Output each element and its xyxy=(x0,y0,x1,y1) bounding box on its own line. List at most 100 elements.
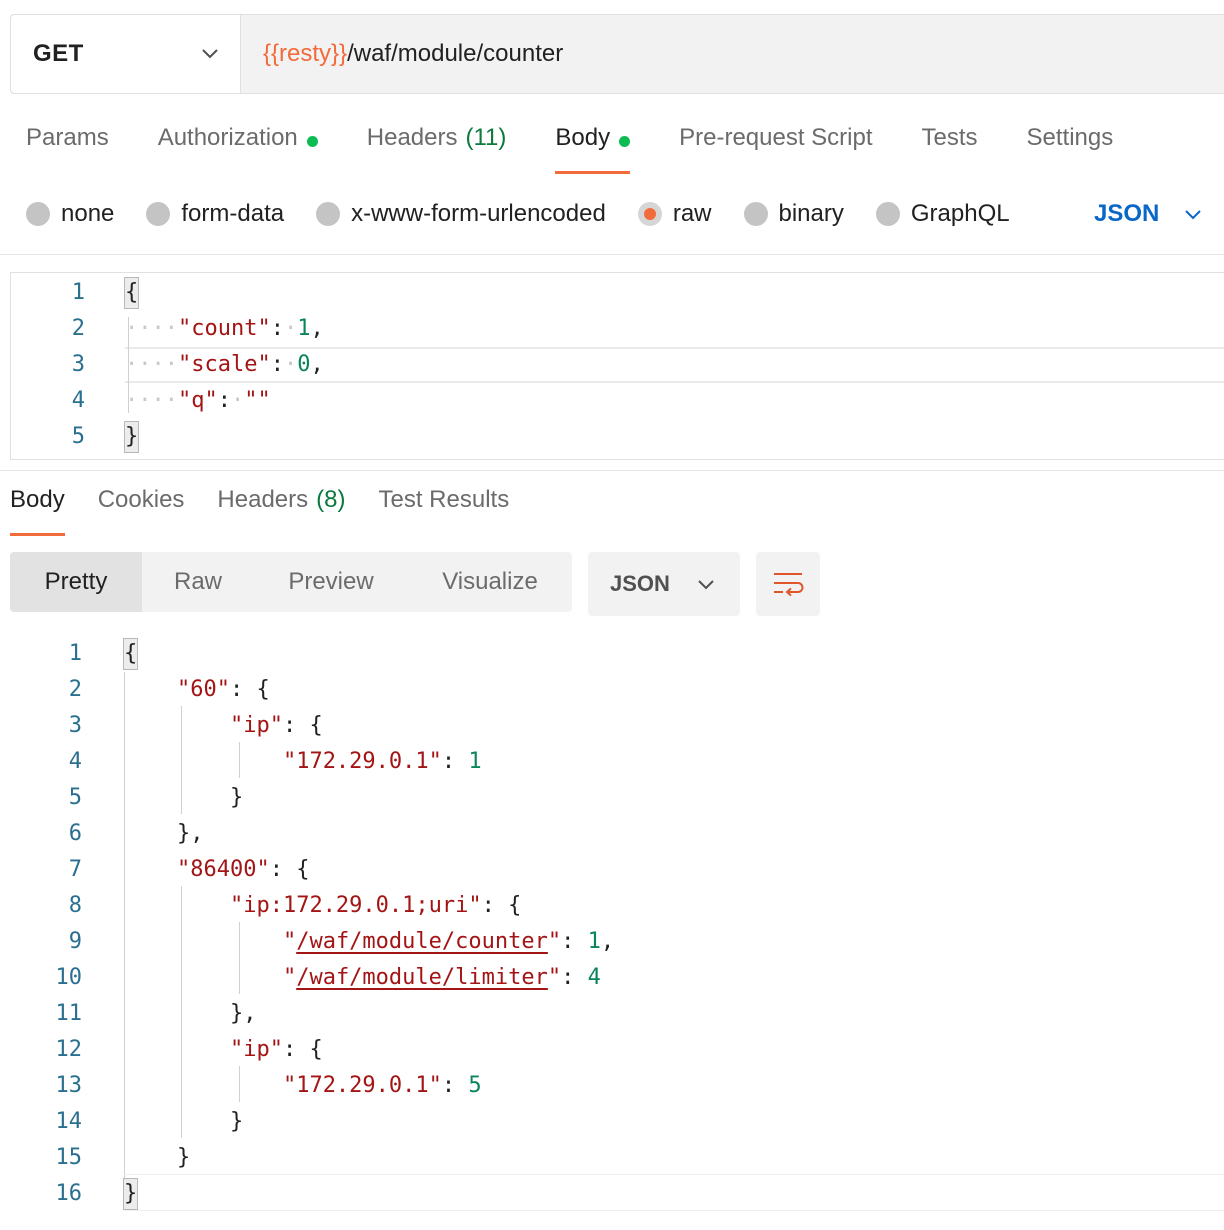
chevron-down-icon xyxy=(1185,210,1202,220)
method-label: GET xyxy=(33,40,84,67)
code-line: { xyxy=(123,275,140,311)
request-tabs: Params Authorization Headers (11) Body Pr… xyxy=(26,124,1162,176)
line-number: 2 xyxy=(71,316,85,341)
chevron-down-icon xyxy=(698,580,714,590)
matched-brace: } xyxy=(123,421,140,453)
code-line: "ip": { xyxy=(229,1037,323,1062)
code-line: ····"q":·"" xyxy=(125,388,271,413)
code-line: "/waf/module/counter": 1, xyxy=(282,929,615,954)
url-input[interactable]: {{resty}}/waf/module/counter xyxy=(241,15,1224,93)
code-line: } xyxy=(124,1109,244,1134)
code-line: { xyxy=(122,636,139,672)
code-line: } xyxy=(124,785,244,810)
chevron-down-icon xyxy=(202,49,218,59)
divider xyxy=(124,1174,1224,1175)
code-line: } xyxy=(123,419,140,455)
line-number: 5 xyxy=(71,424,85,449)
matched-brace: } xyxy=(122,1178,139,1210)
code-line: "172.29.0.1": 1 xyxy=(282,749,482,774)
radio-button[interactable] xyxy=(875,202,900,226)
body-type-form-data[interactable]: form-data xyxy=(146,200,284,228)
divider xyxy=(0,254,1224,255)
line-number: 3 xyxy=(68,713,82,738)
view-visualize-button[interactable]: Visualize xyxy=(408,552,572,612)
tab-body[interactable]: Body xyxy=(555,124,631,174)
status-dot xyxy=(619,136,631,147)
radio-button-checked[interactable] xyxy=(637,202,662,226)
line-number: 10 xyxy=(55,965,83,990)
response-format-label: JSON xyxy=(610,571,670,596)
code-line: } xyxy=(124,1145,191,1170)
line-number: 1 xyxy=(71,280,85,305)
status-dot xyxy=(306,136,318,147)
code-line: "ip": { xyxy=(229,713,323,738)
line-number: 3 xyxy=(71,352,85,377)
code-line: "172.29.0.1": 5 xyxy=(282,1073,482,1098)
code-line: "86400": { xyxy=(176,857,310,882)
code-line: ····"count":·1, xyxy=(125,316,324,341)
view-preview-button[interactable]: Preview xyxy=(254,552,408,612)
url-variable: {{resty}} xyxy=(263,40,348,67)
body-language-label: JSON xyxy=(1094,200,1160,227)
tab-pre-request-script[interactable]: Pre-request Script xyxy=(679,124,872,174)
body-type-urlencoded[interactable]: x-www-form-urlencoded xyxy=(316,200,606,228)
tab-params[interactable]: Params xyxy=(26,124,109,174)
radio-button[interactable] xyxy=(146,202,171,226)
line-number: 12 xyxy=(55,1037,83,1062)
radio-button[interactable] xyxy=(743,202,768,226)
line-number: 13 xyxy=(55,1073,83,1098)
view-pretty-button[interactable]: Pretty xyxy=(10,552,142,612)
code-line: "ip:172.29.0.1;uri": { xyxy=(229,893,522,918)
line-number: 2 xyxy=(68,677,82,702)
line-number: 8 xyxy=(68,893,82,918)
tab-settings[interactable]: Settings xyxy=(1027,124,1114,174)
request-body-editor[interactable]: 1 2 3 4 5 { ····"count":·1, ····"scale":… xyxy=(10,272,1224,460)
wrap-lines-button[interactable] xyxy=(756,552,820,616)
body-type-none[interactable]: none xyxy=(26,200,114,228)
matched-brace: { xyxy=(122,638,139,670)
body-type-graphql[interactable]: GraphQL xyxy=(875,200,1010,228)
line-number: 9 xyxy=(68,929,82,954)
line-number: 14 xyxy=(55,1109,83,1134)
wrap-lines-icon xyxy=(774,573,804,597)
code-line: "60": { xyxy=(176,677,270,702)
url-link[interactable]: /waf/module/limiter xyxy=(296,965,548,990)
response-tab-headers[interactable]: Headers (8) xyxy=(217,486,345,536)
matched-brace: { xyxy=(123,277,140,309)
line-number: 6 xyxy=(68,821,82,846)
headers-count: (11) xyxy=(465,124,507,151)
headers-count: (8) xyxy=(316,486,346,513)
tab-headers[interactable]: Headers (11) xyxy=(367,124,507,174)
line-number: 5 xyxy=(68,785,82,810)
response-format-select[interactable]: JSON xyxy=(588,552,740,616)
response-tab-cookies[interactable]: Cookies xyxy=(98,486,185,536)
active-tab-underline xyxy=(555,171,631,174)
response-tab-body[interactable]: Body xyxy=(10,486,65,536)
method-select[interactable]: GET xyxy=(11,15,241,93)
divider xyxy=(0,470,1224,471)
line-number: 1 xyxy=(68,641,82,666)
active-tab-underline xyxy=(10,533,65,536)
code-line: } xyxy=(122,1176,139,1212)
body-language-select[interactable]: JSON xyxy=(1094,196,1203,232)
code-line: }, xyxy=(124,821,204,846)
body-type-options: none form-data x-www-form-urlencoded raw… xyxy=(26,196,1042,232)
tab-authorization[interactable]: Authorization xyxy=(158,124,318,174)
response-tab-test-results[interactable]: Test Results xyxy=(378,486,509,536)
line-number: 16 xyxy=(55,1181,83,1206)
line-number: 11 xyxy=(55,1001,83,1026)
radio-button[interactable] xyxy=(316,202,341,226)
tab-tests[interactable]: Tests xyxy=(922,124,978,174)
divider xyxy=(124,1210,1224,1211)
response-body-viewer: 1 2 3 4 5 6 7 8 9 10 11 12 13 14 15 16 { "60": { "ip": … xyxy=(0,634,1224,1230)
body-type-binary[interactable]: binary xyxy=(743,200,844,228)
body-type-raw[interactable]: raw xyxy=(637,200,712,228)
url-link[interactable]: /waf/module/counter xyxy=(296,929,548,954)
line-number: 15 xyxy=(55,1145,83,1170)
view-raw-button[interactable]: Raw xyxy=(142,552,254,612)
view-mode-toggle: Pretty Raw Preview Visualize xyxy=(10,552,572,612)
code-line: ····"scale":·0, xyxy=(125,352,324,377)
radio-button[interactable] xyxy=(26,202,50,226)
code-line: }, xyxy=(124,1001,257,1026)
response-tabs: Body Cookies Headers (8) Test Results xyxy=(10,486,542,536)
